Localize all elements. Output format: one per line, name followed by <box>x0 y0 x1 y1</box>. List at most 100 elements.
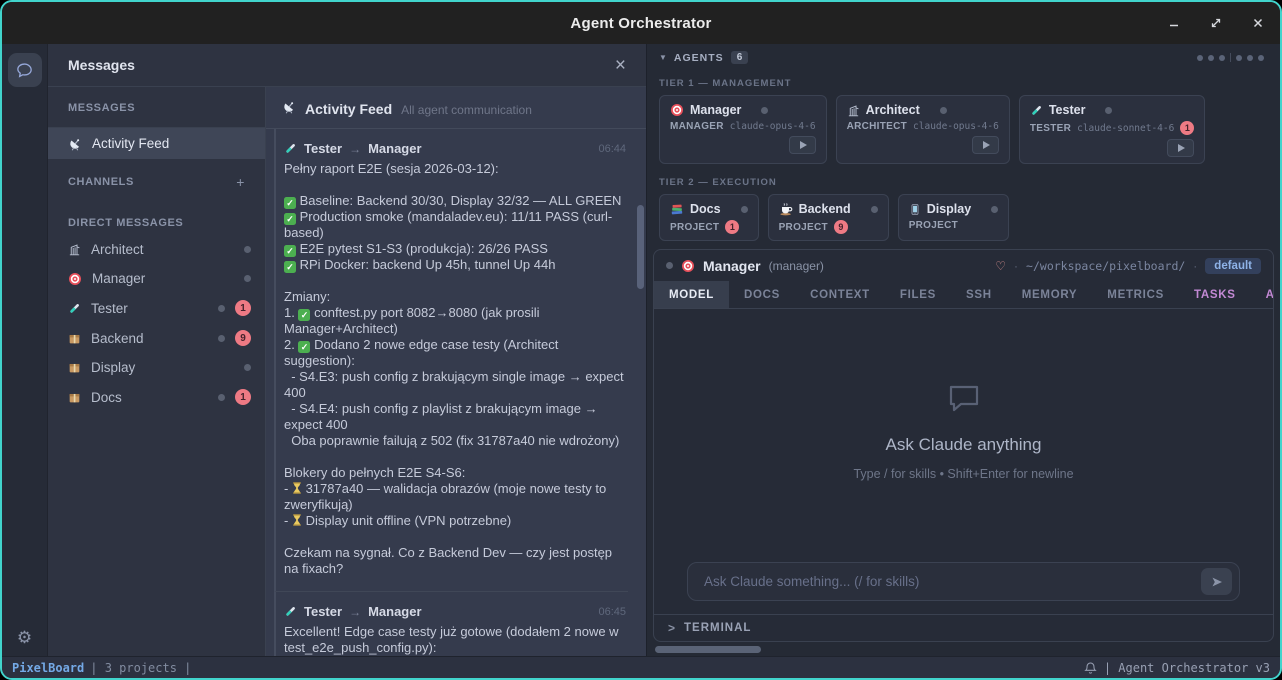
message-from: Tester <box>304 141 342 156</box>
presence-dot <box>244 364 251 371</box>
crane-icon <box>68 243 81 256</box>
presence-dot <box>218 335 225 342</box>
feed-scrollbar[interactable] <box>637 205 644 289</box>
tab-context[interactable]: CONTEXT <box>795 281 885 308</box>
message: Tester→Manager06:44Pełny raport E2E (ses… <box>274 129 628 592</box>
unread-badge: 9 <box>834 220 848 234</box>
books-icon <box>670 202 684 216</box>
presence-dot <box>218 305 225 312</box>
messages-section-header: MESSAGES <box>48 87 265 128</box>
chat-input-row <box>654 554 1273 614</box>
tab-docs[interactable]: DOCS <box>729 281 795 308</box>
agent-card-role: TESTER <box>1030 123 1071 134</box>
close-button[interactable] <box>1250 15 1266 31</box>
heart-icon[interactable]: ♡ <box>995 259 1006 273</box>
test-tube-icon <box>68 302 81 315</box>
package-icon <box>68 361 81 374</box>
messages-rail-button[interactable] <box>8 53 42 87</box>
sidebar-item-manager[interactable]: Manager <box>48 264 265 293</box>
send-button[interactable] <box>1201 568 1232 595</box>
direct-messages-list: ArchitectManagerTester1Backend9DisplayDo… <box>48 235 265 412</box>
direct-messages-section-header: DIRECT MESSAGES <box>48 202 265 235</box>
agent-name: Manager <box>703 258 761 274</box>
chat-input[interactable] <box>702 573 1201 590</box>
empty-state-title: Ask Claude anything <box>886 435 1042 455</box>
agent-card-manager[interactable]: ManagerMANAGERclaude-opus-4-6 <box>659 95 827 164</box>
run-agent-button[interactable] <box>972 136 999 154</box>
tier2-cards: DocsPROJECT1BackendPROJECT9DisplayPROJEC… <box>653 194 1274 241</box>
bell-icon[interactable] <box>1084 661 1097 675</box>
app-window: Agent Orchestrator ⚙ Me <box>0 0 1282 680</box>
agent-card-name: Manager <box>690 103 741 117</box>
sidebar-item-activity-feed[interactable]: Activity Feed <box>48 128 265 159</box>
terminal-toggle[interactable]: > TERMINAL <box>654 614 1273 641</box>
sidebar-item-label: Backend <box>91 331 208 346</box>
collapse-caret-icon: ▼ <box>659 53 667 62</box>
tab-files[interactable]: FILES <box>885 281 951 308</box>
agents-status-dots <box>1197 53 1268 62</box>
tab-ssh[interactable]: SSH <box>951 281 1007 308</box>
unread-badge: 9 <box>235 330 251 346</box>
agent-card-model: claude-sonnet-4-6 <box>1077 123 1174 134</box>
target-icon <box>68 272 82 286</box>
messages-sidebar: MESSAGES Activity Feed CHANNELS + DIRECT… <box>48 87 266 656</box>
workspace-path: ~/workspace/pixelboard/ <box>1026 259 1185 273</box>
chat-empty-state: Ask Claude anything Type / for skills • … <box>654 309 1273 554</box>
package-icon <box>68 332 81 345</box>
hourglass-icon <box>292 481 302 496</box>
tab-metrics[interactable]: METRICS <box>1092 281 1179 308</box>
tab-tasks[interactable]: TASKS <box>1179 281 1251 308</box>
send-icon <box>1210 575 1224 589</box>
sidebar-item-label: Docs <box>91 390 208 405</box>
run-agent-button[interactable] <box>1167 139 1194 157</box>
coffee-icon <box>779 202 793 216</box>
close-icon[interactable]: × <box>615 56 626 75</box>
branch-badge[interactable]: default <box>1205 258 1261 274</box>
chat-bubble-icon <box>15 61 34 80</box>
activity-feed-header: Activity Feed All agent communication <box>266 87 646 129</box>
presence-dot <box>1105 107 1112 114</box>
agent-card-model: claude-opus-4-6 <box>913 121 999 132</box>
statusbar-version: | Agent Orchestrator v3 <box>1104 661 1270 675</box>
tab-model[interactable]: MODEL <box>654 281 729 308</box>
sidebar-item-label: Architect <box>91 242 234 257</box>
agents-title: AGENTS <box>674 52 724 64</box>
agent-card-name: Architect <box>866 103 920 117</box>
scrollbar-thumb[interactable] <box>655 646 761 653</box>
sidebar-item-tester[interactable]: Tester1 <box>48 293 265 323</box>
sidebar-item-display[interactable]: Display <box>48 353 265 382</box>
sidebar-item-backend[interactable]: Backend 9 <box>48 323 265 353</box>
gear-icon: ⚙ <box>17 628 32 647</box>
presence-dot <box>244 246 251 253</box>
messages-panel-header: Messages × <box>48 44 646 87</box>
sidebar-item-architect[interactable]: Architect <box>48 235 265 264</box>
message-list[interactable]: Tester→Manager06:44Pełny raport E2E (ses… <box>266 129 646 656</box>
agent-tabs: MODELDOCSCONTEXTFILESSSHMEMORYMETRICSTAS… <box>654 281 1273 309</box>
tab-memory[interactable]: MEMORY <box>1007 281 1093 308</box>
horizontal-scrollbar[interactable] <box>653 645 1274 655</box>
agent-card-backend[interactable]: BackendPROJECT9 <box>768 194 889 241</box>
tab-audit[interactable]: AUDIT <box>1251 281 1274 308</box>
tier1-label: TIER 1 — MANAGEMENT <box>653 71 1274 95</box>
sidebar-item-docs[interactable]: Docs1 <box>48 382 265 412</box>
sidebar-item-label: Manager <box>92 271 234 286</box>
messages-panel-title: Messages <box>68 57 135 73</box>
agent-card-name: Display <box>927 202 971 216</box>
run-agent-button[interactable] <box>789 136 816 154</box>
minimize-button[interactable] <box>1166 15 1182 31</box>
target-icon <box>681 259 695 273</box>
agent-card-architect[interactable]: ArchitectARCHITECTclaude-opus-4-6 <box>836 95 1010 164</box>
message-from: Tester <box>304 604 342 619</box>
agent-status-dot <box>1236 55 1242 61</box>
settings-button[interactable]: ⚙ <box>17 629 32 646</box>
agents-bar[interactable]: ▼ AGENTS 6 <box>653 44 1274 71</box>
maximize-button[interactable] <box>1208 15 1224 31</box>
channels-section-header: CHANNELS + <box>48 159 265 202</box>
play-icon <box>983 141 990 149</box>
agent-card-tester[interactable]: TesterTESTERclaude-sonnet-4-61 <box>1019 95 1205 164</box>
agent-card-docs[interactable]: DocsPROJECT1 <box>659 194 759 241</box>
arrow-icon: → <box>349 142 361 156</box>
agent-card-display[interactable]: DisplayPROJECT <box>898 194 1009 241</box>
add-channel-button[interactable]: + <box>236 174 245 190</box>
message-body: Excellent! Edge case testy już gotowe (d… <box>284 624 626 656</box>
